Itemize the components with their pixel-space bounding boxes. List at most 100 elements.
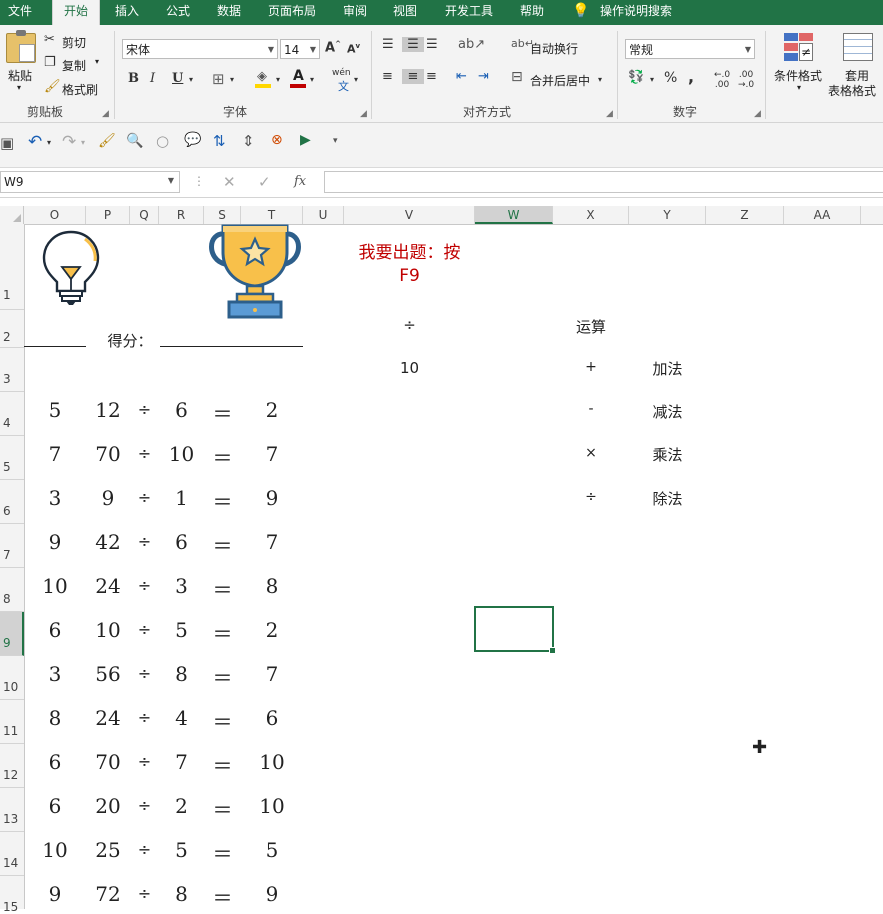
- wrap-text-button[interactable]: 自动换行: [530, 40, 578, 57]
- number-format-select[interactable]: 常规 ▼: [625, 39, 755, 59]
- merge-center-button[interactable]: 合并后居中: [530, 72, 590, 89]
- tab-view[interactable]: 视图: [385, 0, 425, 25]
- formula-input[interactable]: [324, 171, 883, 193]
- font-color-icon[interactable]: A: [290, 68, 306, 88]
- align-bottom-icon[interactable]: ☰: [426, 37, 438, 52]
- table-format-button[interactable]: 表格格式: [828, 82, 876, 99]
- selected-cell[interactable]: [474, 606, 556, 654]
- circle-icon[interactable]: ○: [156, 132, 169, 150]
- font-launcher-icon[interactable]: ◢: [360, 109, 367, 119]
- increase-indent-icon[interactable]: ⇥: [478, 69, 489, 84]
- tab-home[interactable]: 开始: [52, 0, 100, 25]
- phonetic-dropdown-icon[interactable]: ▾: [354, 75, 358, 84]
- borders-icon[interactable]: ⊞: [212, 70, 225, 88]
- save-icon[interactable]: ▣: [0, 134, 14, 152]
- phonetic-guide-icon[interactable]: wén: [332, 68, 351, 78]
- increase-decimal-icon[interactable]: ←.0.00: [714, 70, 730, 90]
- conditional-format-button[interactable]: 条件格式: [774, 67, 822, 84]
- tab-developer[interactable]: 开发工具: [438, 0, 500, 25]
- align-left-icon[interactable]: ≡: [382, 69, 393, 84]
- italic-button[interactable]: I: [150, 71, 155, 86]
- tab-page-layout[interactable]: 页面布局: [262, 0, 322, 25]
- currency-dropdown-icon[interactable]: ▾: [650, 75, 654, 84]
- paste-button[interactable]: 粘贴: [8, 67, 32, 84]
- tab-data[interactable]: 数据: [208, 0, 250, 25]
- align-middle-icon[interactable]: ☰: [402, 37, 424, 52]
- copy-dropdown-icon[interactable]: ▾: [95, 57, 99, 66]
- row-header-14[interactable]: 14: [0, 832, 24, 876]
- column-header-p[interactable]: P: [86, 206, 130, 224]
- fill-dropdown-icon[interactable]: ▾: [276, 75, 280, 84]
- comment-icon[interactable]: 💬: [184, 132, 201, 148]
- decrease-font-icon[interactable]: Av: [347, 42, 360, 56]
- tab-insert[interactable]: 插入: [107, 0, 147, 25]
- redo-dropdown-icon[interactable]: ▾: [81, 138, 85, 147]
- name-box[interactable]: W9 ▼: [0, 171, 180, 193]
- show-comments-icon[interactable]: ▶: [300, 132, 311, 148]
- tab-file[interactable]: 文件: [0, 0, 40, 25]
- tab-review[interactable]: 审阅: [335, 0, 375, 25]
- conditional-dropdown-icon[interactable]: ▾: [797, 83, 801, 92]
- percent-button[interactable]: %: [664, 70, 677, 86]
- row-header-2[interactable]: 2: [0, 310, 24, 348]
- orientation-icon[interactable]: ab↗: [458, 37, 485, 52]
- column-header-y[interactable]: Y: [629, 206, 706, 224]
- underline-button[interactable]: U: [172, 71, 183, 86]
- row-header-12[interactable]: 12: [0, 744, 24, 788]
- borders-dropdown-icon[interactable]: ▾: [230, 75, 234, 84]
- row-header-15[interactable]: 15: [0, 876, 24, 914]
- redo-icon[interactable]: ↷: [62, 132, 76, 152]
- undo-dropdown-icon[interactable]: ▾: [47, 138, 51, 147]
- tab-formulas[interactable]: 公式: [158, 0, 198, 25]
- fill-handle[interactable]: [549, 647, 556, 654]
- clear-comments-icon[interactable]: ⊗: [271, 132, 283, 148]
- sort-icon[interactable]: ⇅: [213, 132, 226, 150]
- copy-button[interactable]: 复制: [62, 57, 86, 74]
- conditional-format-icon[interactable]: ≠: [784, 33, 814, 63]
- column-header-o[interactable]: O: [24, 206, 86, 224]
- table-format-icon[interactable]: [843, 33, 873, 61]
- row-header-7[interactable]: 7: [0, 524, 24, 568]
- name-box-dropdown-icon[interactable]: ▼: [168, 176, 174, 185]
- align-top-icon[interactable]: ☰: [382, 37, 394, 52]
- row-header-1[interactable]: 1: [0, 224, 24, 310]
- paste-dropdown-icon[interactable]: ▾: [17, 83, 21, 92]
- column-header-z[interactable]: Z: [706, 206, 784, 224]
- column-header-u[interactable]: U: [303, 206, 344, 224]
- row-header-5[interactable]: 5: [0, 436, 24, 480]
- row-header-6[interactable]: 6: [0, 480, 24, 524]
- row-header-8[interactable]: 8: [0, 568, 24, 612]
- tell-me-search[interactable]: 操作说明搜索: [596, 0, 676, 25]
- font-color-dropdown-icon[interactable]: ▾: [310, 75, 314, 84]
- row-header-4[interactable]: 4: [0, 392, 24, 436]
- bold-button[interactable]: B: [128, 71, 139, 86]
- font-name-select[interactable]: 宋体 ▼: [122, 39, 278, 59]
- cancel-entry-icon[interactable]: ✕: [223, 173, 236, 191]
- font-size-select[interactable]: 14 ▼: [280, 39, 320, 59]
- row-header-13[interactable]: 13: [0, 788, 24, 832]
- column-header-x[interactable]: X: [553, 206, 629, 224]
- row-header-11[interactable]: 11: [0, 700, 24, 744]
- cut-button[interactable]: 剪切: [62, 34, 86, 51]
- align-right-icon[interactable]: ≡: [426, 69, 437, 84]
- alignment-launcher-icon[interactable]: ◢: [606, 109, 613, 119]
- column-header-r[interactable]: R: [159, 206, 204, 224]
- decrease-decimal-icon[interactable]: .00 →.0: [738, 70, 754, 90]
- format-painter-qat-icon[interactable]: 🖌: [98, 133, 116, 149]
- paste-icon[interactable]: [6, 30, 36, 63]
- confirm-entry-icon[interactable]: ✓: [258, 173, 271, 191]
- column-header-aa[interactable]: AA: [784, 206, 861, 224]
- format-painter-button[interactable]: 格式刷: [62, 81, 98, 98]
- row-header-3[interactable]: 3: [0, 348, 24, 392]
- column-header-v[interactable]: V: [344, 206, 475, 224]
- clipboard-launcher-icon[interactable]: ◢: [102, 109, 109, 119]
- undo-icon[interactable]: ↶: [28, 132, 42, 152]
- fill-color-icon[interactable]: ◈: [255, 69, 271, 88]
- distribute-icon[interactable]: ⇕: [242, 132, 255, 150]
- row-header-9[interactable]: 9: [0, 612, 24, 656]
- insert-function-button[interactable]: fx: [294, 174, 306, 189]
- column-header-q[interactable]: Q: [130, 206, 159, 224]
- align-center-icon[interactable]: ≡: [402, 69, 424, 84]
- tab-help[interactable]: 帮助: [512, 0, 552, 25]
- comma-button[interactable]: ,: [688, 67, 694, 86]
